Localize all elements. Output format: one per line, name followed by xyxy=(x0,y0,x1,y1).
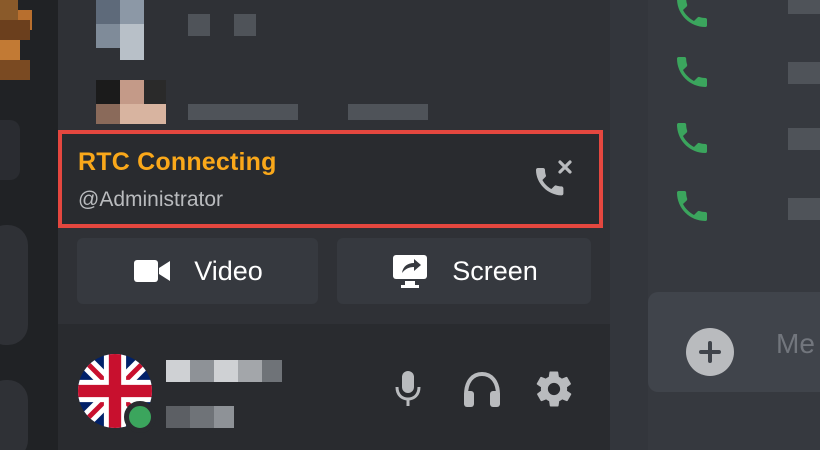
server-rail xyxy=(0,0,58,450)
microphone-icon xyxy=(395,371,421,406)
message-composer: Me xyxy=(648,292,820,392)
screen-share-label: Screen xyxy=(452,255,538,286)
member-column xyxy=(610,0,648,450)
headphones-icon xyxy=(464,371,500,407)
screen-share-button[interactable]: Screen xyxy=(337,238,591,304)
voice-channel-name[interactable]: @Administrator xyxy=(78,188,223,212)
user-panel xyxy=(58,324,610,450)
online-status-badge xyxy=(124,401,156,433)
video-button[interactable]: Video xyxy=(77,238,318,304)
avatar xyxy=(96,80,120,104)
avatar xyxy=(96,0,120,24)
add-icon xyxy=(699,341,721,363)
phone-call-icon xyxy=(677,123,707,153)
screen-share-icon xyxy=(393,255,428,288)
phone-call-icon xyxy=(677,0,707,27)
deafen-headphones-button[interactable] xyxy=(460,364,504,414)
settings-gear-icon xyxy=(536,371,572,407)
user-settings-button[interactable] xyxy=(532,364,576,414)
disconnect-call-icon xyxy=(536,160,572,196)
server-icon[interactable] xyxy=(0,225,28,345)
voice-connection-panel: RTC Connecting @Administrator xyxy=(58,130,603,228)
phone-call-icon xyxy=(677,191,707,221)
mute-microphone-button[interactable] xyxy=(386,364,430,414)
disconnect-button[interactable] xyxy=(527,156,575,200)
message-input[interactable]: Me xyxy=(776,328,815,360)
video-button-label: Video xyxy=(194,255,263,286)
phone-call-icon xyxy=(677,57,707,87)
add-attachment-button[interactable] xyxy=(686,328,734,376)
rtc-status-label[interactable]: RTC Connecting xyxy=(78,148,277,177)
video-camera-icon xyxy=(134,260,171,282)
server-icon[interactable] xyxy=(0,380,28,450)
